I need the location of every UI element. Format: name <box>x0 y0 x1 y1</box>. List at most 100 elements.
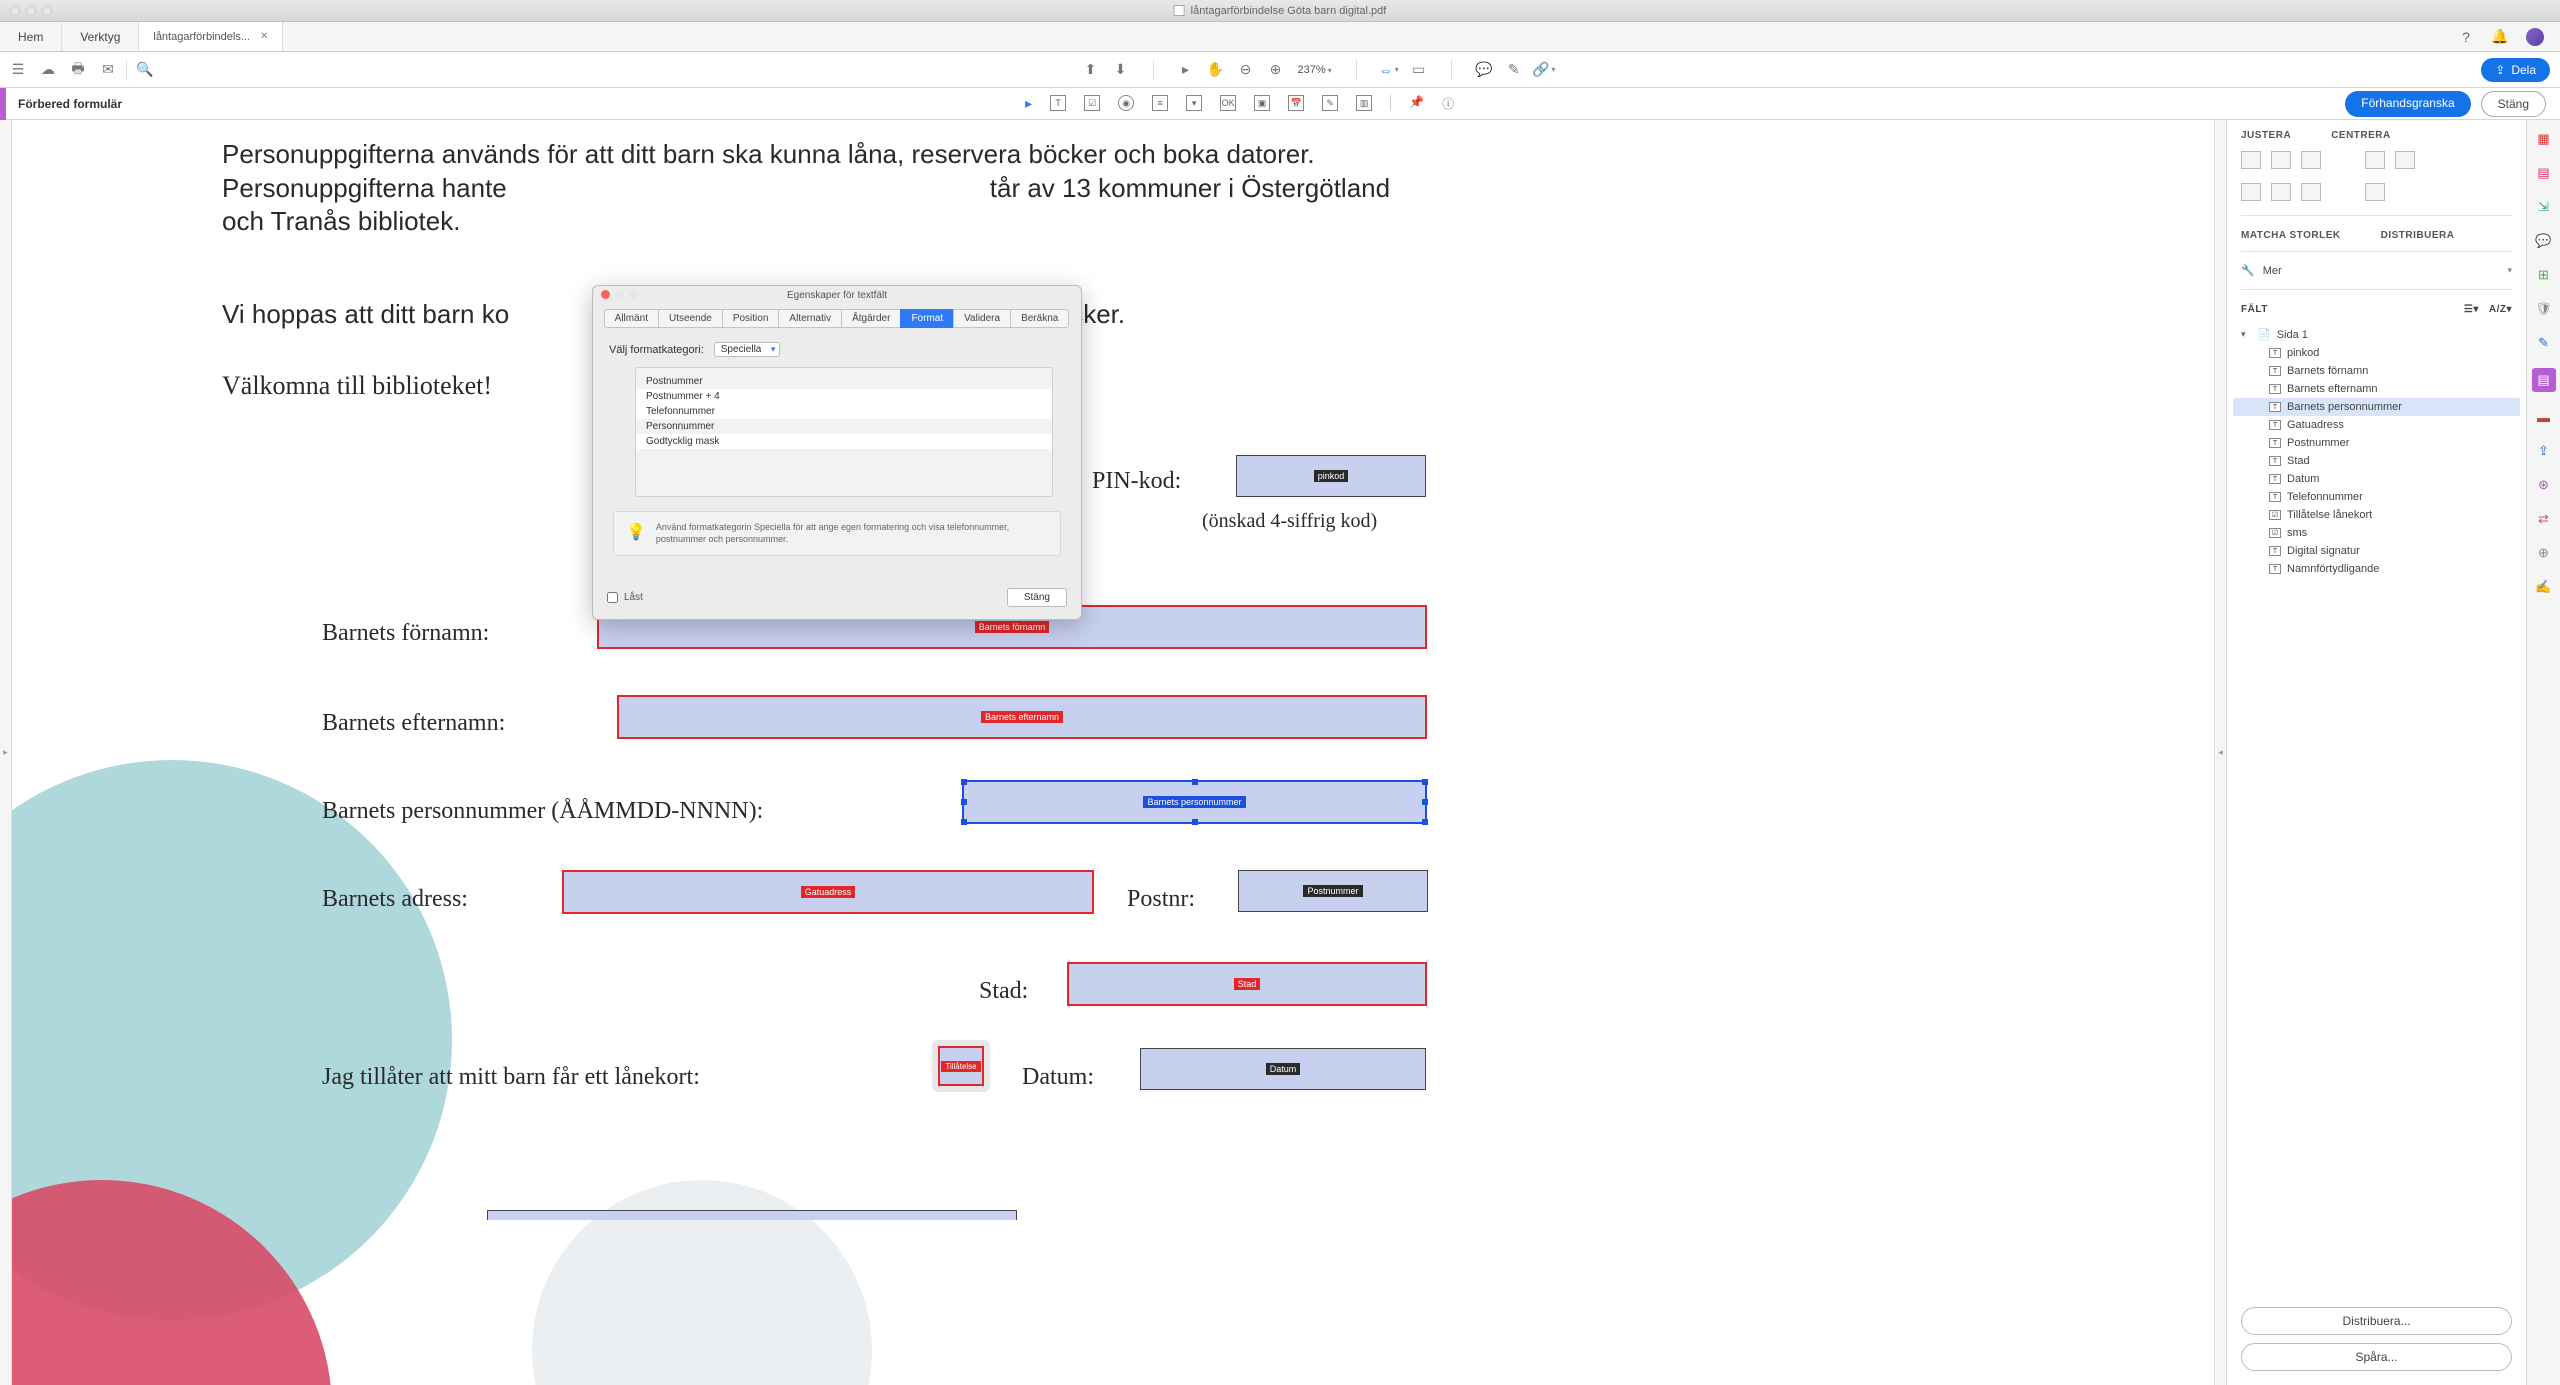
dialog-list-item[interactable]: Personnummer <box>636 419 1052 434</box>
zoom-in-icon[interactable]: ⊕ <box>1268 62 1284 78</box>
share-button[interactable]: ⇪ Dela <box>2481 58 2550 82</box>
field-stad[interactable]: Stad <box>1067 962 1427 1006</box>
field-efternamn[interactable]: Barnets efternamn <box>617 695 1427 739</box>
cloud-icon[interactable]: ☁ <box>40 62 56 78</box>
left-gutter-expand[interactable]: ▸ <box>0 120 12 1385</box>
rail-signature-icon[interactable]: ✍ <box>2535 578 2553 596</box>
tree-field-item[interactable]: TBarnets personnummer <box>2233 398 2520 416</box>
pointer-icon[interactable]: ▸ <box>1178 62 1194 78</box>
rail-compare-icon[interactable]: ⇄ <box>2535 510 2553 528</box>
az-icon[interactable]: A/Z▾ <box>2489 304 2512 315</box>
dialog-list-item[interactable]: Postnummer <box>636 374 1052 389</box>
tree-field-item[interactable]: TNamnförtydligande <box>2233 560 2520 578</box>
help-icon[interactable]: ? <box>2458 29 2474 45</box>
align-top-icon[interactable] <box>2241 183 2261 201</box>
rail-form-icon[interactable]: ▤ <box>2532 368 2556 392</box>
rail-protect-icon[interactable]: 🛡 <box>2535 300 2553 318</box>
print-icon[interactable]: 🖶 <box>70 62 86 78</box>
field-gatuadress[interactable]: Gatuadress <box>562 870 1094 914</box>
barcode-tool-icon[interactable]: ▥ <box>1356 95 1372 111</box>
field-personnr[interactable]: Barnets personnummer <box>962 780 1427 824</box>
dialog-category-select[interactable]: Speciella <box>714 342 781 357</box>
tree-field-item[interactable]: ☑Tillåtelse lånekort <box>2233 506 2520 524</box>
info-icon[interactable]: ⓘ <box>1442 95 1454 112</box>
highlight-icon[interactable]: ✎ <box>1506 62 1522 78</box>
tree-page[interactable]: ▾📄Sida 1 <box>2233 325 2520 344</box>
align-bottom-icon[interactable] <box>2301 183 2321 201</box>
rail-sign-icon[interactable]: ✎ <box>2535 334 2553 352</box>
dialog-tab-alternativ[interactable]: Alternativ <box>778 309 842 328</box>
tab-tools[interactable]: Verktyg <box>62 22 139 51</box>
center-h-icon[interactable] <box>2365 151 2385 169</box>
fit-width-icon[interactable]: ⇔▾ <box>1381 62 1397 78</box>
tree-field-item[interactable]: TBarnets förnamn <box>2233 362 2520 380</box>
dialog-format-list[interactable]: PostnummerPostnummer + 4TelefonnummerPer… <box>635 367 1053 497</box>
page-down-icon[interactable]: ⬇ <box>1113 62 1129 78</box>
dialog-tab-format[interactable]: Format <box>900 309 954 328</box>
dialog-close-button[interactable]: Stäng <box>1007 588 1067 607</box>
field-partial[interactable] <box>487 1210 1017 1220</box>
page-up-icon[interactable]: ⬆ <box>1083 62 1099 78</box>
text-field-icon[interactable]: T <box>1050 95 1066 111</box>
tree-field-item[interactable]: Tpinkod <box>2233 344 2520 362</box>
field-tillatelse[interactable]: Tillåtelse <box>938 1046 984 1086</box>
button-tool-icon[interactable]: OK <box>1220 95 1236 111</box>
radio-tool-icon[interactable]: ◉ <box>1118 95 1134 111</box>
sort-icon[interactable]: ☰▾ <box>2464 304 2479 315</box>
preview-button[interactable]: Förhandsgranska <box>2345 91 2470 117</box>
tab-home[interactable]: Hem <box>0 22 62 51</box>
dialog-list-item[interactable]: Telefonnummer <box>636 404 1052 419</box>
zoom-out-icon[interactable]: ⊖ <box>1238 62 1254 78</box>
traffic-max[interactable] <box>42 6 52 16</box>
rail-comment-icon[interactable]: 💬 <box>2535 232 2553 250</box>
signature-tool-icon[interactable]: ✎ <box>1322 95 1338 111</box>
rail-export-icon[interactable]: ⇲ <box>2535 198 2553 216</box>
dialog-tab-beräkna[interactable]: Beräkna <box>1010 309 1069 328</box>
field-postnr[interactable]: Postnummer <box>1238 870 1428 912</box>
rail-send-icon[interactable]: ⇪ <box>2535 442 2553 460</box>
search-icon[interactable]: 🔍 <box>137 62 153 78</box>
center-v-icon[interactable] <box>2395 151 2415 169</box>
bell-icon[interactable]: 🔔 <box>2492 29 2508 45</box>
tab-document[interactable]: låntagarförbindels... ✕ <box>139 21 283 51</box>
locked-checkbox-input[interactable] <box>607 592 618 603</box>
dialog-tab-position[interactable]: Position <box>722 309 780 328</box>
image-tool-icon[interactable]: ▣ <box>1254 95 1270 111</box>
dropdown-tool-icon[interactable]: ▾ <box>1186 95 1202 111</box>
tree-field-item[interactable]: TDatum <box>2233 470 2520 488</box>
pin-icon[interactable]: 📌 <box>1409 95 1424 112</box>
tree-field-item[interactable]: TDigital signatur <box>2233 542 2520 560</box>
link-icon[interactable]: 🔗▾ <box>1536 62 1552 78</box>
dialog-locked-checkbox[interactable]: Låst <box>607 592 643 603</box>
sidebar-toggle-icon[interactable]: ☰ <box>10 62 26 78</box>
page-canvas[interactable]: Personuppgifterna används för att ditt b… <box>12 120 2214 1385</box>
track-button[interactable]: Spåra... <box>2241 1343 2512 1371</box>
align-center-h-icon[interactable] <box>2271 151 2291 169</box>
rail-stamp-icon[interactable]: ⊛ <box>2535 476 2553 494</box>
rail-combine-icon[interactable]: ⊞ <box>2535 266 2553 284</box>
tree-field-item[interactable]: TTelefonnummer <box>2233 488 2520 506</box>
dialog-close-dot[interactable] <box>601 290 610 299</box>
dialog-min-dot[interactable] <box>615 290 624 299</box>
align-right-icon[interactable] <box>2301 151 2321 169</box>
hand-icon[interactable]: ✋ <box>1208 62 1224 78</box>
right-gutter-expand[interactable]: ◂ <box>2214 120 2226 1385</box>
rail-organize-icon[interactable]: ▤ <box>2535 164 2553 182</box>
selection-tool-icon[interactable]: ▸ <box>1025 95 1032 112</box>
tree-field-item[interactable]: TPostnummer <box>2233 434 2520 452</box>
rp-more-button[interactable]: 🔧 Mer ▾ <box>2227 256 2526 285</box>
mail-icon[interactable]: ✉ <box>100 62 116 78</box>
comment-icon[interactable]: 💬 <box>1476 62 1492 78</box>
dialog-tab-åtgärder[interactable]: Åtgärder <box>841 309 901 328</box>
field-pinkod[interactable]: pinkod <box>1236 455 1426 497</box>
dialog-max-dot[interactable] <box>629 290 638 299</box>
align-left-icon[interactable] <box>2241 151 2261 169</box>
center-both-icon[interactable] <box>2365 183 2385 201</box>
close-form-button[interactable]: Stäng <box>2481 91 2546 117</box>
rail-pdf-icon[interactable]: ▦ <box>2535 130 2553 148</box>
rail-more-icon[interactable]: ⊕ <box>2535 544 2553 562</box>
align-center-v-icon[interactable] <box>2271 183 2291 201</box>
date-tool-icon[interactable]: 📅 <box>1288 95 1304 111</box>
rail-redact-icon[interactable]: ▬ <box>2535 408 2553 426</box>
dialog-tab-allmänt[interactable]: Allmänt <box>604 309 659 328</box>
